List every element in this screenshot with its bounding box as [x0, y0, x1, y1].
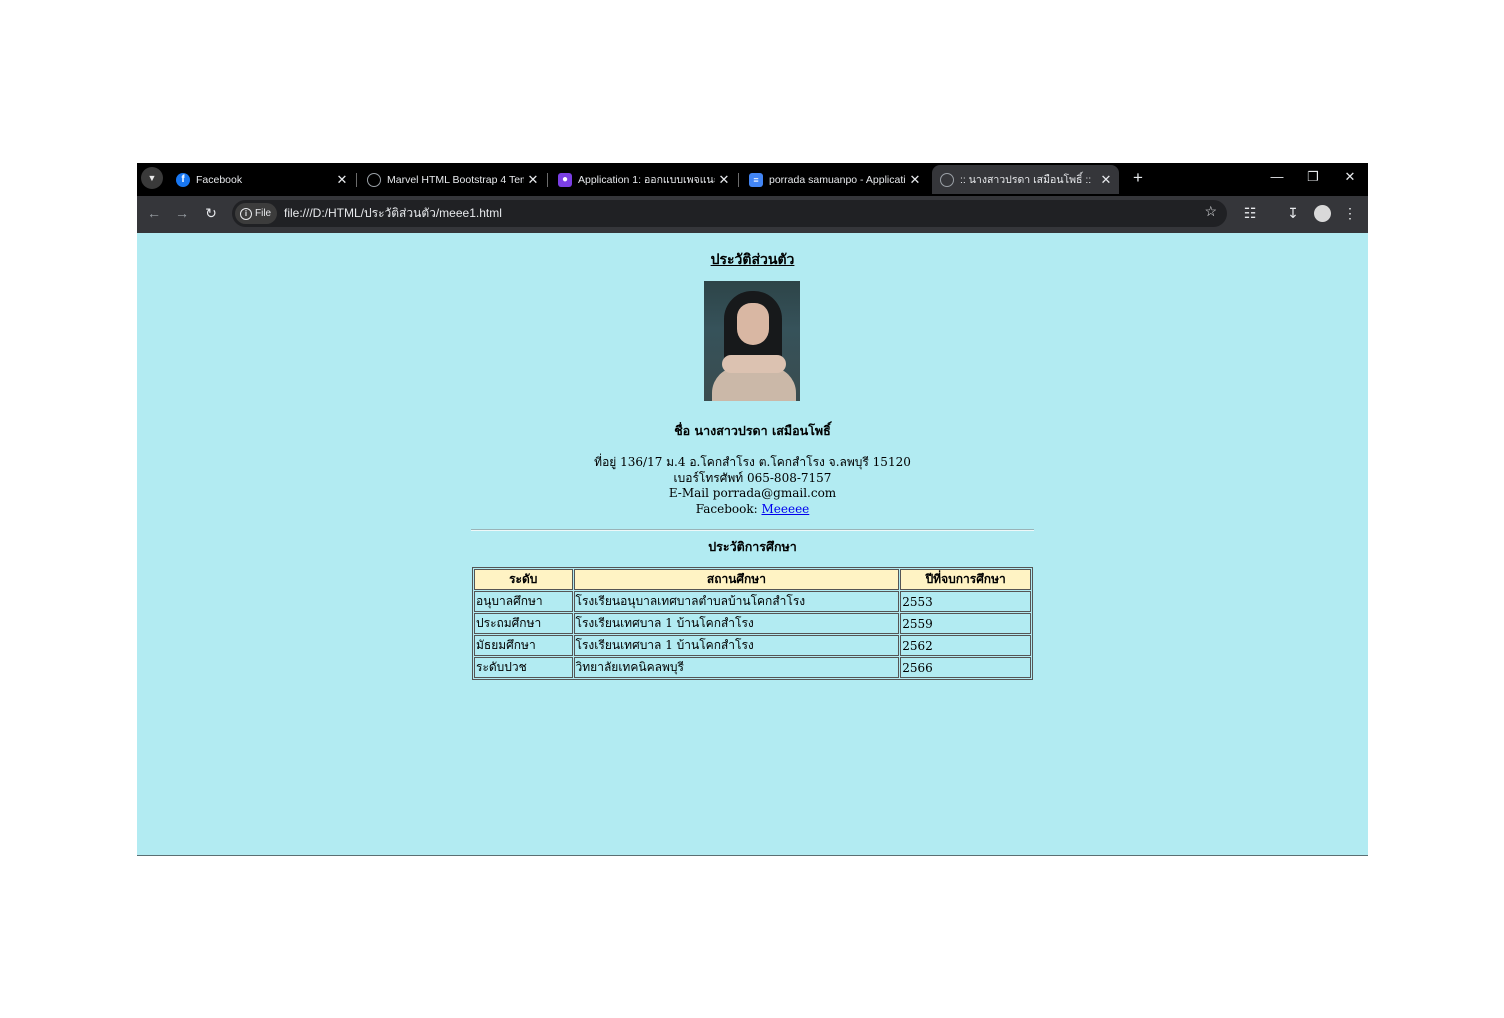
table-row: ระดับปวช วิทยาลัยเทคนิคลพบุรี 2566 — [474, 657, 1031, 678]
globe-icon — [367, 172, 381, 187]
tab-title: :: นางสาวปรดา เสมือนโพธิ์ :: — [960, 174, 1092, 186]
school-cell: วิทยาลัยเทคนิคลพบุรี — [573, 657, 900, 678]
horizontal-divider — [471, 529, 1034, 531]
year-cell: 2559 — [900, 613, 1031, 634]
close-window-icon[interactable]: ✕ — [1340, 169, 1360, 185]
address-text: ที่อยู่ 136/17 ม.4 อ.โคกสำโรง ต.โคกสำโรง… — [594, 455, 911, 469]
address-bar[interactable]: i File file:///D:/HTML/ประวัติส่วนตัว/mee… — [232, 200, 1227, 227]
forward-icon[interactable]: → — [173, 205, 191, 221]
tab-profile-page[interactable]: :: นางสาวปรดา เสมือนโพธิ์ :: ✕ — [932, 165, 1119, 194]
table-row: มัธยมศึกษา โรงเรียนเทศบาล 1 บ้านโคกสำโรง… — [474, 635, 1031, 656]
globe-icon — [940, 172, 954, 187]
facebook-line: Facebook: Meeeee — [137, 502, 1368, 518]
tab-divider — [356, 173, 357, 187]
column-header-school: สถานศึกษา — [573, 569, 900, 590]
classroom-icon: ● — [558, 172, 572, 187]
table-row: อนุบาลศึกษา โรงเรียนอนุบาลเทศบาลตำบลบ้าน… — [474, 591, 1031, 612]
restore-icon[interactable]: ❐ — [1303, 169, 1323, 185]
extensions-icon[interactable]: ☷ — [1240, 205, 1260, 222]
profile-avatar[interactable] — [1314, 205, 1331, 222]
column-header-level: ระดับ — [474, 569, 573, 590]
site-info-chip[interactable]: i File — [235, 203, 278, 224]
year-cell: 2566 — [900, 657, 1031, 678]
education-table: ระดับ สถานศึกษา ปีที่จบการศึกษา อนุบาลศึ… — [472, 567, 1033, 680]
close-icon[interactable]: ✕ — [906, 172, 924, 188]
page-title: ประวัติส่วนตัว — [710, 252, 795, 268]
info-icon: i — [240, 208, 252, 220]
tab-facebook[interactable]: f Facebook ✕ — [168, 165, 355, 194]
close-icon[interactable]: ✕ — [1097, 172, 1115, 188]
back-icon[interactable]: ← — [145, 205, 163, 221]
close-icon[interactable]: ✕ — [715, 172, 733, 188]
download-icon[interactable]: ↧ — [1283, 205, 1303, 222]
year-cell: 2553 — [900, 591, 1031, 612]
education-heading: ประวัติการศึกษา — [708, 539, 797, 554]
bookmark-star-icon[interactable]: ☆ — [1204, 203, 1217, 220]
level-cell: ระดับปวช — [474, 657, 573, 678]
browser-toolbar: ← → ↻ i File file:///D:/HTML/ประวัติส่วนต… — [137, 196, 1368, 233]
year-cell: 2562 — [900, 635, 1031, 656]
tab-docs[interactable]: ≡ porrada samuanpo - Applicatio ✕ — [741, 165, 928, 194]
profile-photo — [704, 281, 800, 401]
close-icon[interactable]: ✕ — [333, 172, 351, 188]
new-tab-icon[interactable]: + — [1127, 168, 1149, 188]
reload-icon[interactable]: ↻ — [202, 205, 220, 222]
contact-info: ที่อยู่ 136/17 ม.4 อ.โคกสำโรง ต.โคกสำโรง… — [137, 455, 1368, 517]
minimize-icon[interactable]: — — [1267, 169, 1287, 184]
facebook-label: Facebook: — [695, 501, 758, 516]
column-header-year: ปีที่จบการศึกษา — [900, 569, 1031, 590]
tab-title: porrada samuanpo - Applicatio — [769, 173, 906, 186]
facebook-icon: f — [176, 172, 190, 187]
level-cell: อนุบาลศึกษา — [474, 591, 573, 612]
school-cell: โรงเรียนเทศบาล 1 บ้านโคกสำโรง — [573, 613, 900, 634]
full-name: ชื่อ นางสาวปรดา เสมือนโพธิ์ — [674, 423, 831, 438]
tab-title: Marvel HTML Bootstrap 4 Temp — [387, 173, 524, 186]
tab-marvel[interactable]: Marvel HTML Bootstrap 4 Temp ✕ — [359, 165, 546, 194]
level-cell: ประถมศึกษา — [474, 613, 573, 634]
docs-icon: ≡ — [749, 172, 763, 187]
url-text[interactable]: file:///D:/HTML/ประวัติส่วนตัว/meee1.htm… — [284, 200, 502, 227]
menu-dots-icon[interactable]: ⋮ — [1340, 205, 1360, 222]
browser-window: ▼ f Facebook ✕ Marvel HTML Bootstrap 4 T… — [137, 163, 1368, 856]
table-header-row: ระดับ สถานศึกษา ปีที่จบการศึกษา — [474, 569, 1031, 590]
table-row: ประถมศึกษา โรงเรียนเทศบาล 1 บ้านโคกสำโรง… — [474, 613, 1031, 634]
school-cell: โรงเรียนอนุบาลเทศบาลตำบลบ้านโคกสำโรง — [573, 591, 900, 612]
tab-title: Facebook — [196, 173, 243, 186]
page-content: ประวัติส่วนตัว ชื่อ นางสาวปรดา เสมือนโพธ… — [137, 233, 1368, 855]
school-cell: โรงเรียนเทศบาล 1 บ้านโคกสำโรง — [573, 635, 900, 656]
tab-application[interactable]: ● Application 1: ออกแบบเพจแนะนำ ✕ — [550, 165, 737, 194]
level-cell: มัธยมศึกษา — [474, 635, 573, 656]
close-icon[interactable]: ✕ — [524, 172, 542, 188]
tab-divider — [547, 173, 548, 187]
tab-divider — [738, 173, 739, 187]
tab-title: Application 1: ออกแบบเพจแนะนำ — [578, 174, 715, 186]
email-text: E-Mail porrada@gmail.com — [668, 486, 837, 500]
tab-search-icon[interactable]: ▼ — [141, 167, 163, 189]
facebook-link[interactable]: Meeeee — [761, 502, 809, 516]
site-info-label: File — [255, 208, 272, 219]
tab-strip: ▼ f Facebook ✕ Marvel HTML Bootstrap 4 T… — [137, 163, 1368, 196]
phone-text: เบอร์โทรศัพท์ 065-808-7157 — [673, 470, 832, 485]
